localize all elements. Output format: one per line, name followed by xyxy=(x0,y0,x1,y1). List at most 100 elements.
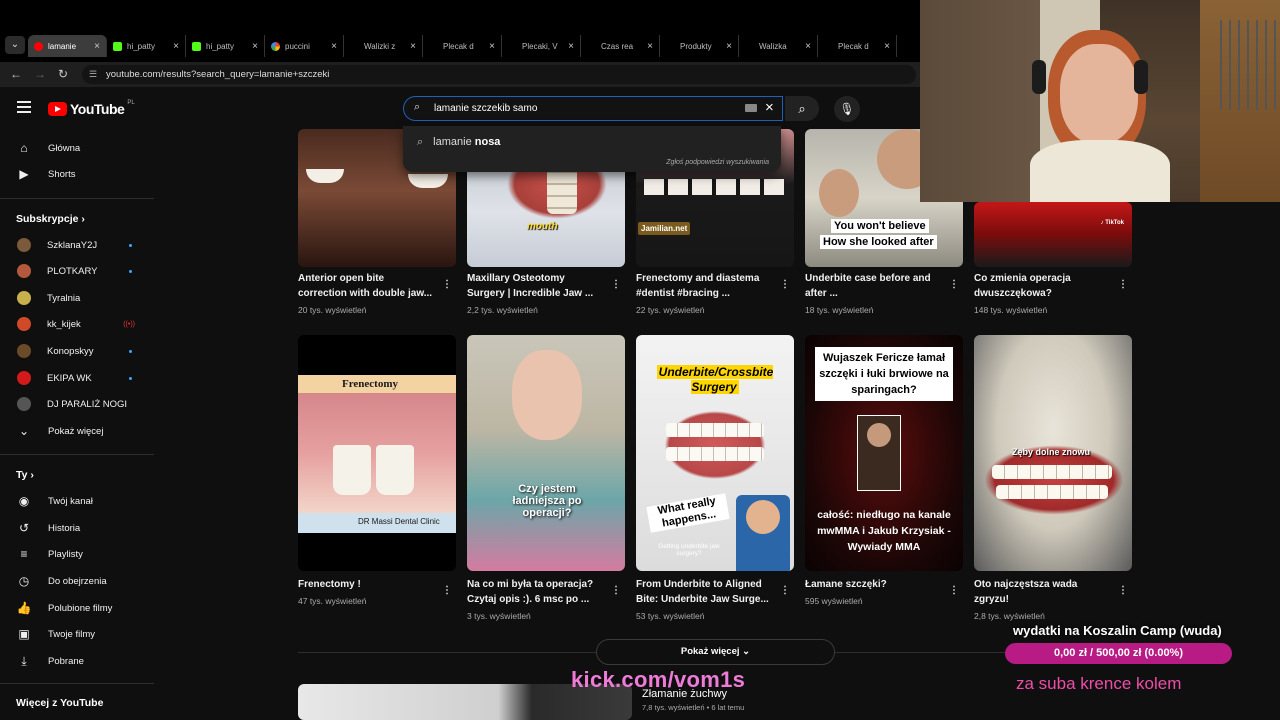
sidebar-item-channel[interactable]: Konopskyy xyxy=(0,338,154,364)
video-thumbnail[interactable]: Underbite/Crossbite Surgery What really … xyxy=(636,335,794,571)
site-info-icon[interactable]: ☰ xyxy=(89,65,97,84)
youtube-icon xyxy=(34,41,43,51)
more-options-icon[interactable]: ⋮ xyxy=(780,585,790,596)
video-thumbnail[interactable]: ♪ TikTok xyxy=(974,202,1132,267)
close-icon[interactable]: × xyxy=(252,41,258,52)
sidebar-item-channel[interactable]: PLOTKARY xyxy=(0,258,154,284)
more-options-icon[interactable]: ⋮ xyxy=(1118,279,1128,290)
webcam-overlay xyxy=(920,0,1280,202)
video-card[interactable]: Frenectomy DR Massi Dental Clinic Frenec… xyxy=(298,335,456,625)
video-title[interactable]: Frenectomy ! xyxy=(298,578,436,593)
browser-tab[interactable]: puccini × xyxy=(265,35,344,57)
sidebar-item-your-channel[interactable]: ◉ Twój kanał xyxy=(0,488,154,514)
chevron-right-icon: › xyxy=(81,213,85,225)
video-title[interactable]: Łamane szczęki? xyxy=(805,578,943,593)
sidebar-item-downloads[interactable]: ⤓ Pobrane xyxy=(0,648,154,674)
browser-tab[interactable]: Czas rea × xyxy=(581,35,660,57)
close-icon[interactable]: × xyxy=(173,41,179,52)
video-title[interactable]: From Underbite to Aligned Bite: Underbite… xyxy=(636,578,774,607)
browser-tab[interactable]: Plecak d × xyxy=(423,35,502,57)
suggestion-item[interactable]: ⌕ lamanie nosa xyxy=(417,136,500,149)
sidebar-item-your-videos[interactable]: ▣ Twoje filmy xyxy=(0,621,154,647)
tab-search-button[interactable]: ⌄ xyxy=(5,36,25,54)
browser-tab[interactable]: hi_patty × xyxy=(107,35,186,57)
browser-tab[interactable]: Walizki z × xyxy=(344,35,423,57)
close-icon[interactable]: × xyxy=(410,41,416,52)
video-thumbnail[interactable]: Wujaszek Fericze łamał szczęki i łuki br… xyxy=(805,335,963,571)
sidebar-item-home[interactable]: ⌂ Główna xyxy=(0,135,154,161)
close-icon[interactable]: × xyxy=(884,41,890,52)
thumbnail-caption: Wujaszek Fericze łamał szczęki i łuki br… xyxy=(815,347,953,401)
close-icon[interactable]: × xyxy=(489,41,495,52)
video-card[interactable]: ♪ TikTok Co zmienia operacja dwuszczękowa… xyxy=(974,202,1132,329)
video-title[interactable]: Frenectomy and diastema #dentist #bracing… xyxy=(636,272,774,301)
thumbnail-caption: Jamilian.net xyxy=(638,222,691,235)
video-card[interactable]: Czy jestem ładniejsza po operacji? Na co… xyxy=(467,335,625,625)
browser-tab[interactable]: Plecaki, V × xyxy=(502,35,581,57)
close-icon[interactable]: × xyxy=(805,41,811,52)
sidebar-item-playlists[interactable]: ≡ Playlisty xyxy=(0,541,154,567)
sidebar-item-watch-later[interactable]: ◷ Do obejrzenia xyxy=(0,568,154,594)
keyboard-icon[interactable] xyxy=(745,104,757,112)
more-options-icon[interactable]: ⋮ xyxy=(611,585,621,596)
sidebar-item-history[interactable]: ↺ Historia xyxy=(0,515,154,541)
video-title[interactable]: Co zmienia operacja dwuszczękowa? xyxy=(974,272,1112,301)
video-title[interactable]: Na co mi była ta operacja? Czytaj opis :)… xyxy=(467,578,605,607)
browser-tab[interactable]: hi_patty × xyxy=(186,35,265,57)
site-icon xyxy=(508,41,517,51)
browser-tab[interactable]: lamanie × xyxy=(28,35,107,57)
sidebar-item-channel[interactable]: EKIPA WK xyxy=(0,365,154,391)
browser-tab[interactable]: Produkty × xyxy=(660,35,739,57)
video-title[interactable]: Oto najczęstsza wada zgryzu! xyxy=(974,578,1112,607)
close-icon[interactable]: × xyxy=(726,41,732,52)
more-options-icon[interactable]: ⋮ xyxy=(780,279,790,290)
video-thumbnail[interactable]: Zęby dolne znowu xyxy=(974,335,1132,571)
more-options-icon[interactable]: ⋮ xyxy=(1118,585,1128,596)
sidebar-item-channel[interactable]: kk_kijek ((•)) xyxy=(0,311,154,337)
search-input[interactable]: ⌕ lamanie szczekib samo × xyxy=(403,96,783,121)
you-heading[interactable]: Ty › xyxy=(16,469,34,481)
video-title[interactable]: Maxillary Osteotomy Surgery | Incredible … xyxy=(467,272,605,301)
back-icon[interactable]: ← xyxy=(10,67,22,81)
sidebar-item-shorts[interactable]: ▶ Shorts xyxy=(0,161,154,187)
video-card[interactable]: Underbite/Crossbite Surgery What really … xyxy=(636,335,794,625)
video-title[interactable]: Anterior open bite correction with double… xyxy=(298,272,436,301)
sidebar-item-channel[interactable]: SzklanaY2J xyxy=(0,232,154,258)
more-options-icon[interactable]: ⋮ xyxy=(949,279,959,290)
browser-tab[interactable]: Plecak d × xyxy=(818,35,897,57)
report-suggestions-link[interactable]: Zgłoś podpowiedzi wyszukiwania xyxy=(666,159,769,166)
sidebar-show-more[interactable]: ⌄ Pokaż więcej xyxy=(0,418,154,444)
video-thumbnail[interactable]: Czy jestem ładniejsza po operacji? xyxy=(467,335,625,571)
video-thumbnail[interactable]: Frenectomy DR Massi Dental Clinic xyxy=(298,335,456,571)
youtube-play-icon xyxy=(48,102,67,116)
forward-icon[interactable]: → xyxy=(34,67,46,81)
more-options-icon[interactable]: ⋮ xyxy=(442,279,452,290)
sidebar-item-liked[interactable]: 👍 Polubione filmy xyxy=(0,595,154,621)
close-icon[interactable]: × xyxy=(647,41,653,52)
video-card[interactable]: Wujaszek Fericze łamał szczęki i łuki br… xyxy=(805,335,963,625)
menu-icon[interactable] xyxy=(17,101,31,113)
show-more-button[interactable]: Pokaż więcej ⌄ xyxy=(596,639,835,665)
reload-icon[interactable]: ↻ xyxy=(58,67,68,81)
chevron-right-icon: › xyxy=(30,469,34,481)
close-icon[interactable]: × xyxy=(94,41,100,52)
browser-tab[interactable]: Walizka × xyxy=(739,35,818,57)
video-title[interactable]: Underbite case before and after ... xyxy=(805,272,943,301)
url-field[interactable]: ☰ youtube.com/results?search_query=laman… xyxy=(82,65,916,84)
thumbnail-caption: What really happens... xyxy=(646,493,730,533)
sidebar-item-channel[interactable]: DJ PARALIŻ NOGI xyxy=(0,391,154,417)
thumbs-up-icon: 👍 xyxy=(16,601,32,615)
live-icon: ((•)) xyxy=(123,320,135,328)
search-button[interactable]: ⌕ xyxy=(785,96,819,121)
close-icon[interactable]: × xyxy=(568,41,574,52)
clear-search-icon[interactable]: × xyxy=(765,99,774,116)
youtube-logo[interactable]: YouTube PL xyxy=(48,100,135,117)
subscriptions-heading[interactable]: Subskrypcje › xyxy=(16,213,85,225)
voice-search-icon[interactable]: 🎙 xyxy=(834,96,860,122)
more-options-icon[interactable]: ⋮ xyxy=(611,279,621,290)
more-options-icon[interactable]: ⋮ xyxy=(949,585,959,596)
more-options-icon[interactable]: ⋮ xyxy=(442,585,452,596)
close-icon[interactable]: × xyxy=(331,41,337,52)
sidebar-item-channel[interactable]: Tyralnia xyxy=(0,285,154,311)
video-card[interactable]: Zęby dolne znowu Oto najczęstsza wada zgr… xyxy=(974,335,1132,625)
